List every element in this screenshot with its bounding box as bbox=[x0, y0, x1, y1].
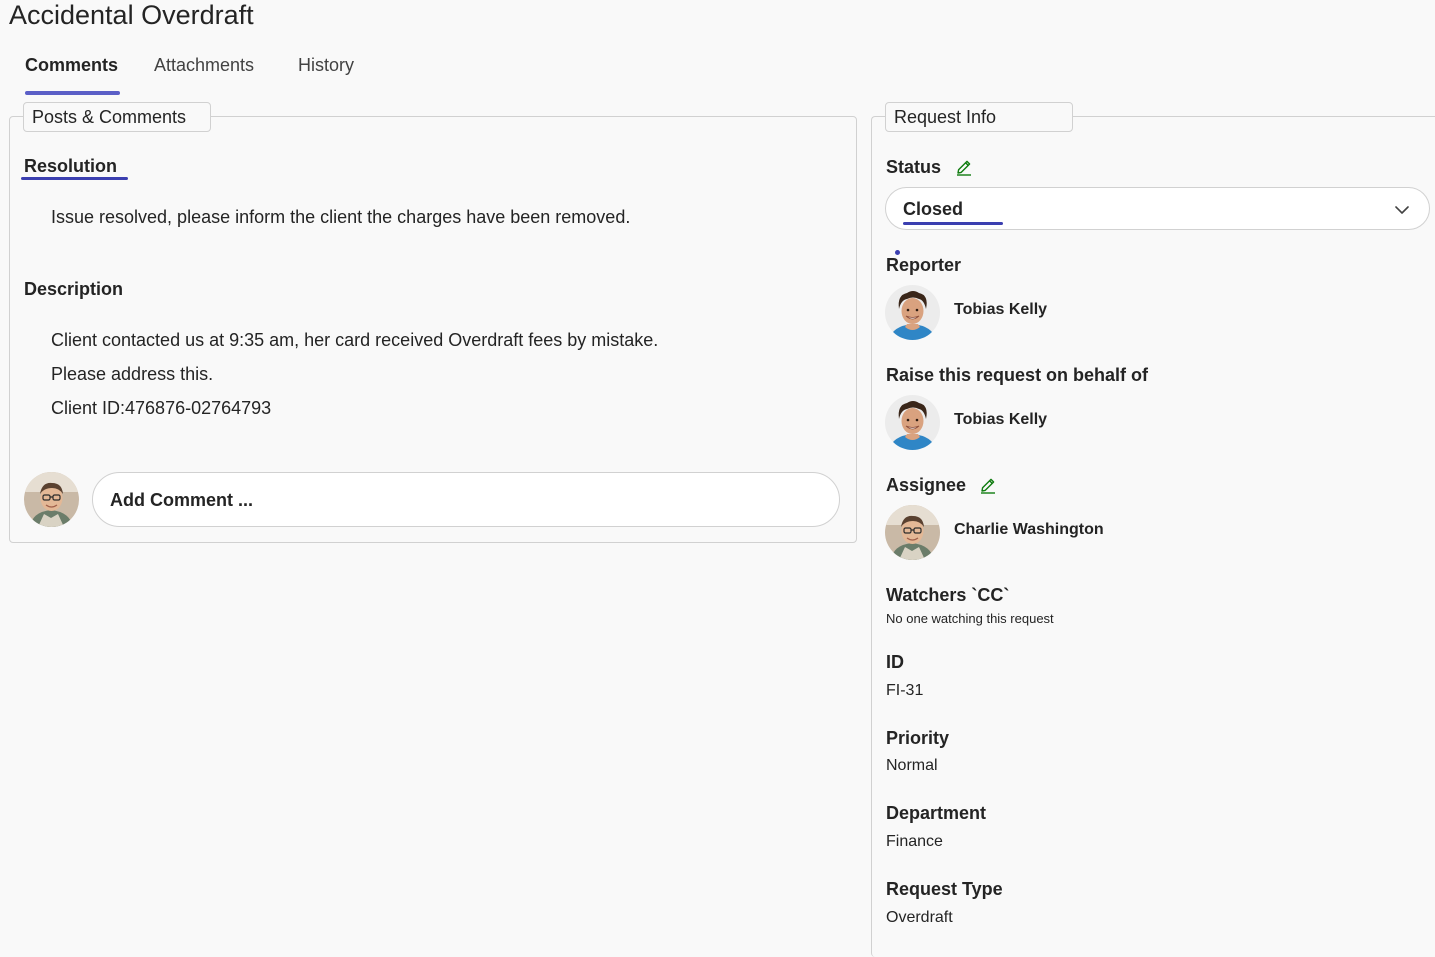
request-type-value: Overdraft bbox=[886, 909, 953, 926]
watchers-value: No one watching this request bbox=[886, 611, 1054, 626]
priority-value: Normal bbox=[886, 757, 938, 774]
assignee-edit-pencil-icon[interactable] bbox=[979, 476, 997, 499]
resolution-heading: Resolution bbox=[24, 156, 117, 176]
reporter-name[interactable]: Tobias Kelly bbox=[954, 301, 1047, 319]
request-type-label: Request Type bbox=[886, 879, 1003, 899]
on-behalf-name[interactable]: Tobias Kelly bbox=[954, 411, 1047, 429]
tab-comments[interactable]: Comments bbox=[25, 55, 118, 76]
add-comment-placeholder: Add Comment ... bbox=[110, 490, 253, 510]
status-label: Status bbox=[886, 157, 942, 177]
description-line: Client contacted us at 9:35 am, her card… bbox=[51, 330, 659, 350]
reporter-label: Reporter bbox=[886, 255, 962, 275]
id-value: FI-31 bbox=[886, 682, 924, 699]
assignee-avatar bbox=[885, 505, 940, 560]
chevron-down-icon[interactable] bbox=[1394, 203, 1410, 221]
page-title: Accidental Overdraft bbox=[9, 0, 254, 30]
tab-history[interactable]: History bbox=[298, 55, 354, 76]
tab-attachments[interactable]: Attachments bbox=[154, 55, 254, 76]
reporter-avatar bbox=[885, 285, 940, 340]
description-line: Client ID:476876-02764793 bbox=[51, 398, 272, 418]
department-value: Finance bbox=[886, 833, 943, 850]
status-dropdown-value: Closed bbox=[903, 199, 964, 219]
on-behalf-label: Raise this request on behalf of bbox=[886, 365, 1149, 385]
status-edit-pencil-icon[interactable] bbox=[955, 158, 973, 181]
request-info-legend: Request Info bbox=[885, 102, 1073, 132]
assignee-label: Assignee bbox=[886, 475, 967, 495]
resolution-text: Issue resolved, please inform the client… bbox=[51, 207, 631, 227]
status-value-underline bbox=[903, 222, 1003, 225]
department-label: Department bbox=[886, 803, 987, 823]
id-label: ID bbox=[886, 652, 904, 672]
description-line: Please address this. bbox=[51, 364, 214, 384]
posts-comments-legend: Posts & Comments bbox=[23, 102, 211, 132]
priority-label: Priority bbox=[886, 728, 950, 748]
active-tab-indicator bbox=[25, 91, 120, 95]
current-user-avatar bbox=[24, 472, 79, 527]
watchers-label: Watchers `CC` bbox=[886, 585, 1010, 605]
resolution-underline bbox=[21, 177, 128, 180]
description-heading: Description bbox=[24, 279, 124, 299]
assignee-name[interactable]: Charlie Washington bbox=[954, 521, 1104, 539]
on-behalf-avatar bbox=[885, 395, 940, 450]
